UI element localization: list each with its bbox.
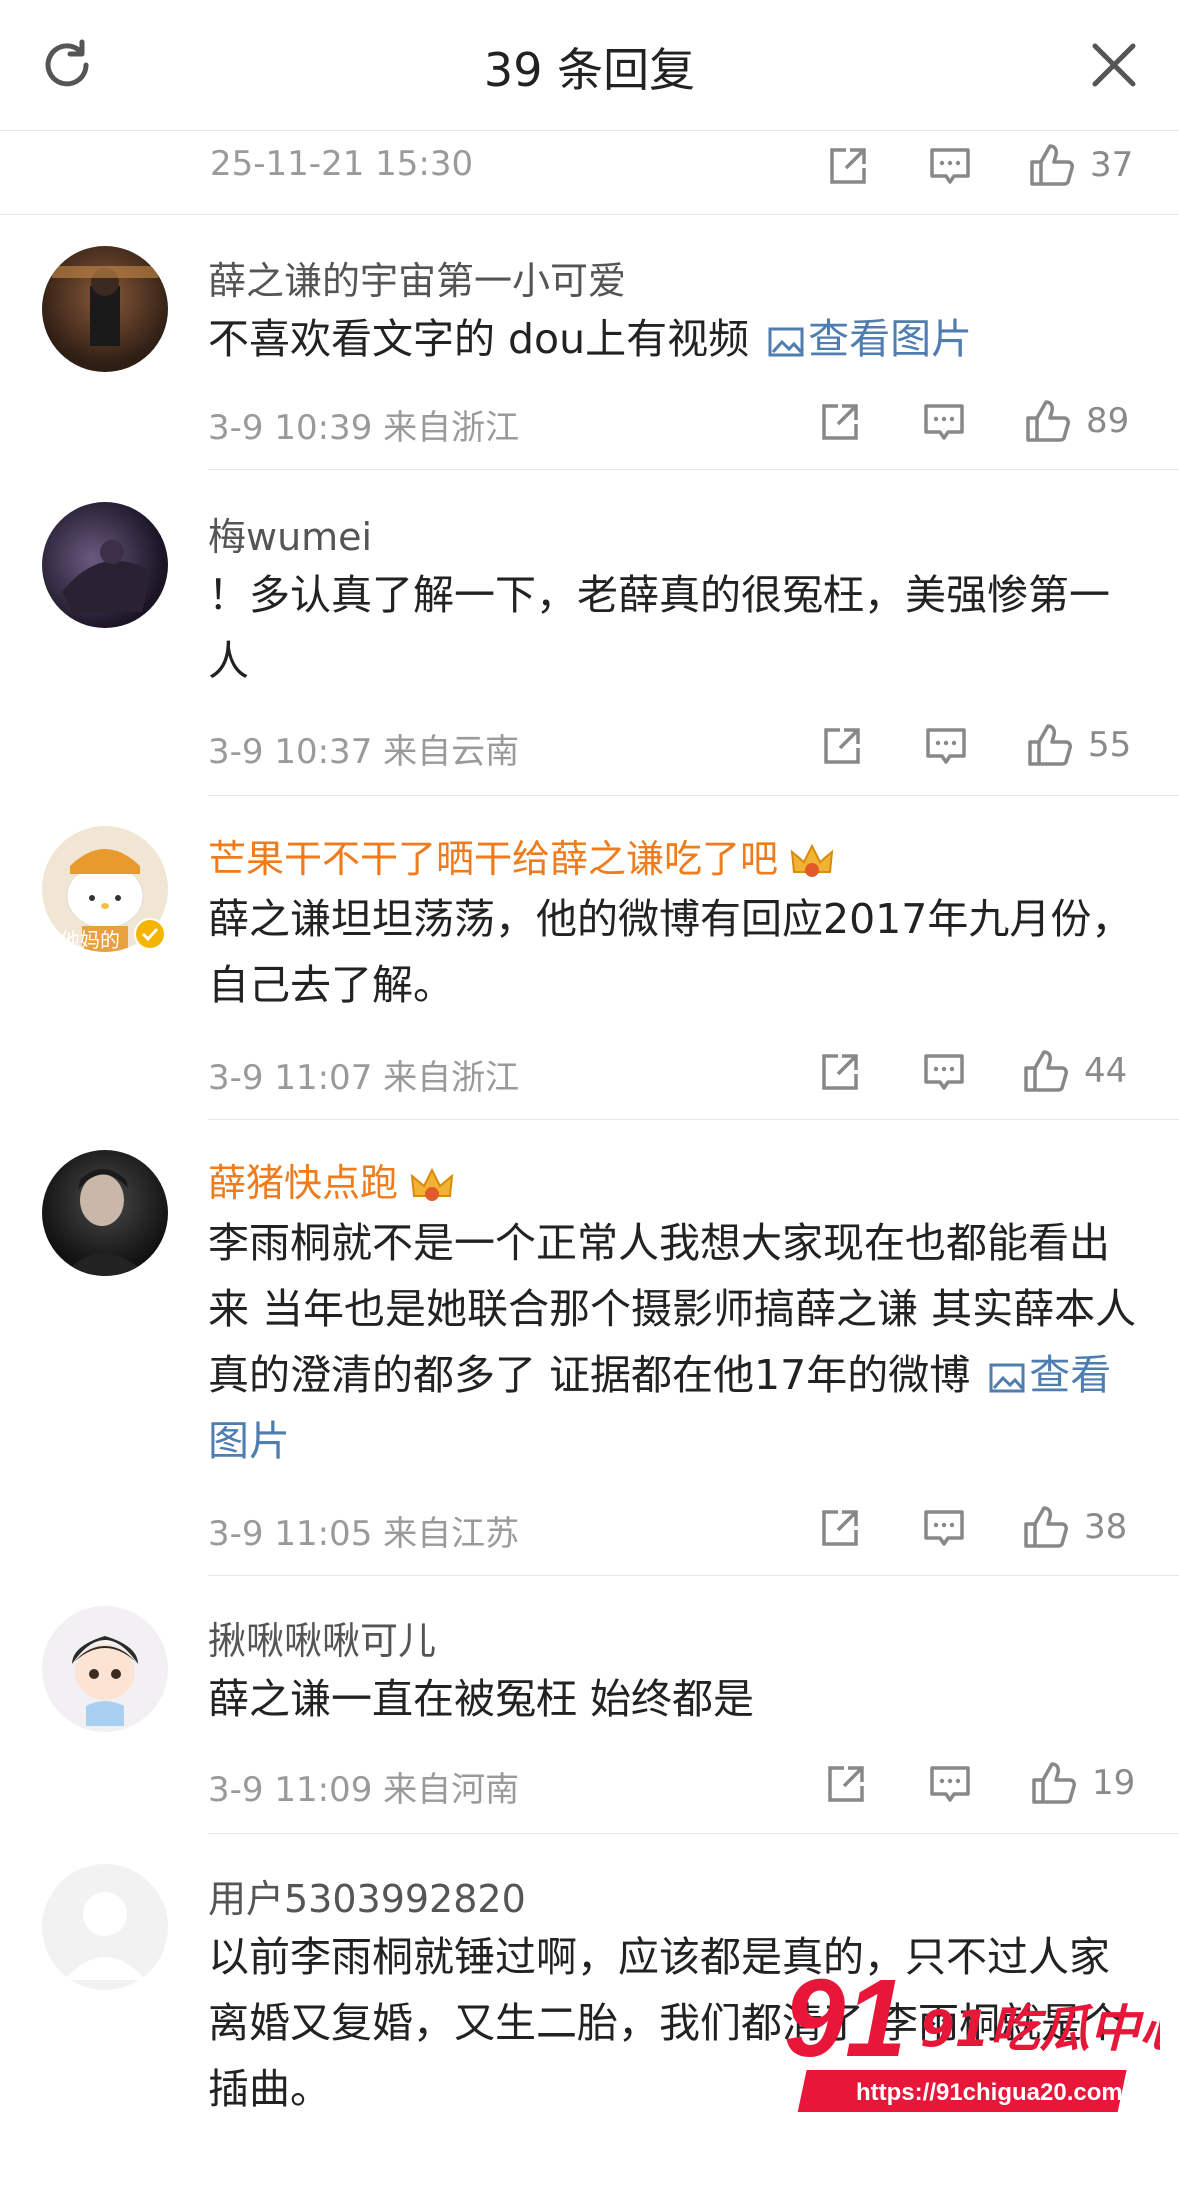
share-icon xyxy=(828,1766,864,1802)
like-button[interactable]: 89 xyxy=(1024,398,1129,444)
reply-button[interactable] xyxy=(922,400,966,444)
thumbs-up-icon xyxy=(1030,144,1074,186)
like-button[interactable]: 44 xyxy=(1022,1048,1127,1094)
image-icon xyxy=(768,327,804,357)
image-icon xyxy=(989,1363,1025,1393)
like-count: 55 xyxy=(1088,725,1132,765)
comment-item: 薛猪快点跑 李雨桐就不是一个正常人我想大家现在也都能看出来 当年也是她联合那个摄… xyxy=(0,1120,1179,1576)
comment-icon xyxy=(924,404,964,440)
comment-text: 李雨桐就不是一个正常人我想大家现在也都能看出来 当年也是她联合那个摄影师搞薛之谦… xyxy=(208,1219,1137,1465)
comment-icon xyxy=(930,1766,970,1802)
comment-meta: 3-9 10:39 来自浙江 xyxy=(208,408,520,448)
comment-username[interactable]: 薛猪快点跑 xyxy=(208,1152,456,1207)
comment-meta: 3-9 11:05 来自江苏 xyxy=(208,1514,520,1554)
comment-item: 梅wumei ！多认真了解一下，老薛真的很冤枉，美强惨第一人 3-9 10:37… xyxy=(0,470,1179,796)
comment-text: 薛之谦一直在被冤枉 始终都是 xyxy=(208,1675,755,1723)
share-button[interactable] xyxy=(818,1050,862,1094)
avatar-image xyxy=(62,1169,148,1276)
like-count: 37 xyxy=(1090,145,1134,185)
comment-username[interactable]: 薛之谦的宇宙第一小可爱 xyxy=(208,250,626,305)
reply-button[interactable] xyxy=(928,1762,972,1806)
avatar-image xyxy=(62,540,152,612)
like-button[interactable]: 19 xyxy=(1030,1760,1135,1806)
avatar[interactable] xyxy=(42,502,168,628)
svg-text:91吃瓜中心: 91吃瓜中心 xyxy=(920,2000,1160,2058)
default-avatar-icon xyxy=(64,1892,146,1980)
like-count: 89 xyxy=(1086,401,1130,441)
avatar[interactable] xyxy=(42,1150,168,1276)
share-icon xyxy=(830,148,866,184)
like-count: 44 xyxy=(1084,1051,1128,1091)
thumbs-up-icon xyxy=(1026,400,1070,442)
share-button[interactable] xyxy=(818,400,862,444)
comment-icon xyxy=(924,1510,964,1546)
share-button[interactable] xyxy=(824,1762,868,1806)
share-icon xyxy=(822,1054,858,1090)
thumbs-up-icon xyxy=(1028,724,1072,766)
share-button[interactable] xyxy=(826,144,870,188)
thumbs-up-icon xyxy=(1024,1050,1068,1092)
comment-meta: 3-9 11:07 来自浙江 xyxy=(208,1058,520,1098)
comment-item: 他妈的 芒果干不干了晒干给薛之谦吃了吧 薛之谦坦坦荡荡，他的微博有回应2017年… xyxy=(0,796,1179,1120)
avatar-caption: 他妈的 xyxy=(60,928,120,952)
like-button[interactable]: 37 xyxy=(1028,142,1133,188)
watermark-logo: 91 91吃瓜中心 https://91chigua20.com xyxy=(784,1960,1160,2112)
share-icon xyxy=(824,728,860,764)
like-count: 38 xyxy=(1084,1507,1128,1547)
like-button[interactable]: 38 xyxy=(1022,1504,1127,1550)
share-icon xyxy=(822,1510,858,1546)
vip-crown-icon xyxy=(410,1167,454,1201)
thumbs-up-icon xyxy=(1024,1506,1068,1548)
previous-comment-meta: 25-11-21 15:30 37 xyxy=(0,130,1179,215)
avatar[interactable] xyxy=(42,1606,168,1732)
comment-meta: 3-9 11:09 来自河南 xyxy=(208,1770,520,1810)
share-button[interactable] xyxy=(818,1506,862,1550)
svg-text:https://91chigua20.com: https://91chigua20.com xyxy=(856,2079,1123,2106)
comment-item: 揪啾啾啾可儿 薛之谦一直在被冤枉 始终都是 3-9 11:09 来自河南 19 xyxy=(0,1576,1179,1834)
close-icon[interactable] xyxy=(1087,38,1141,92)
comment-username[interactable]: 梅wumei xyxy=(208,506,372,561)
share-button[interactable] xyxy=(820,724,864,768)
thumbs-up-icon xyxy=(1032,1762,1076,1804)
like-count: 19 xyxy=(1092,1763,1136,1803)
verified-badge-icon xyxy=(134,918,166,950)
avatar-image xyxy=(52,266,158,346)
comment-username[interactable]: 芒果干不干了晒干给薛之谦吃了吧 xyxy=(208,828,836,883)
reply-button[interactable] xyxy=(924,724,968,768)
vip-crown-icon xyxy=(790,843,834,877)
avatar[interactable] xyxy=(42,1864,168,1990)
avatar[interactable] xyxy=(42,246,168,372)
reply-button[interactable] xyxy=(922,1506,966,1550)
comment-text: 不喜欢看文字的 dou上有视频 查看图片 xyxy=(208,315,973,363)
comment-icon xyxy=(924,1054,964,1090)
reply-button[interactable] xyxy=(928,144,972,188)
avatar-image xyxy=(72,1636,138,1726)
comment-username[interactable]: 揪啾啾啾可儿 xyxy=(208,1610,436,1665)
reply-button[interactable] xyxy=(922,1050,966,1094)
reply-header: 39 条回复 xyxy=(0,0,1179,131)
like-button[interactable]: 55 xyxy=(1026,722,1131,768)
svg-text:91: 91 xyxy=(784,1960,906,2080)
comment-icon xyxy=(930,148,970,184)
comment-item: 薛之谦的宇宙第一小可爱 不喜欢看文字的 dou上有视频 查看图片 3-9 10:… xyxy=(0,214,1179,470)
comment-icon xyxy=(926,728,966,764)
view-image-link[interactable]: 查看图片 xyxy=(762,315,972,363)
comment-meta: 3-9 10:37 来自云南 xyxy=(208,732,520,772)
share-icon xyxy=(822,404,858,440)
comment-text: ！多认真了解一下，老薛真的很冤枉，美强惨第一人 xyxy=(208,571,1110,685)
reply-count-title: 39 条回复 xyxy=(483,43,696,97)
comment-time: 25-11-21 15:30 xyxy=(210,144,474,184)
comment-text: 薛之谦坦坦荡荡，他的微博有回应2017年九月份，自己去了解。 xyxy=(208,895,1133,1009)
comment-username[interactable]: 用户5303992820 xyxy=(208,1868,526,1923)
